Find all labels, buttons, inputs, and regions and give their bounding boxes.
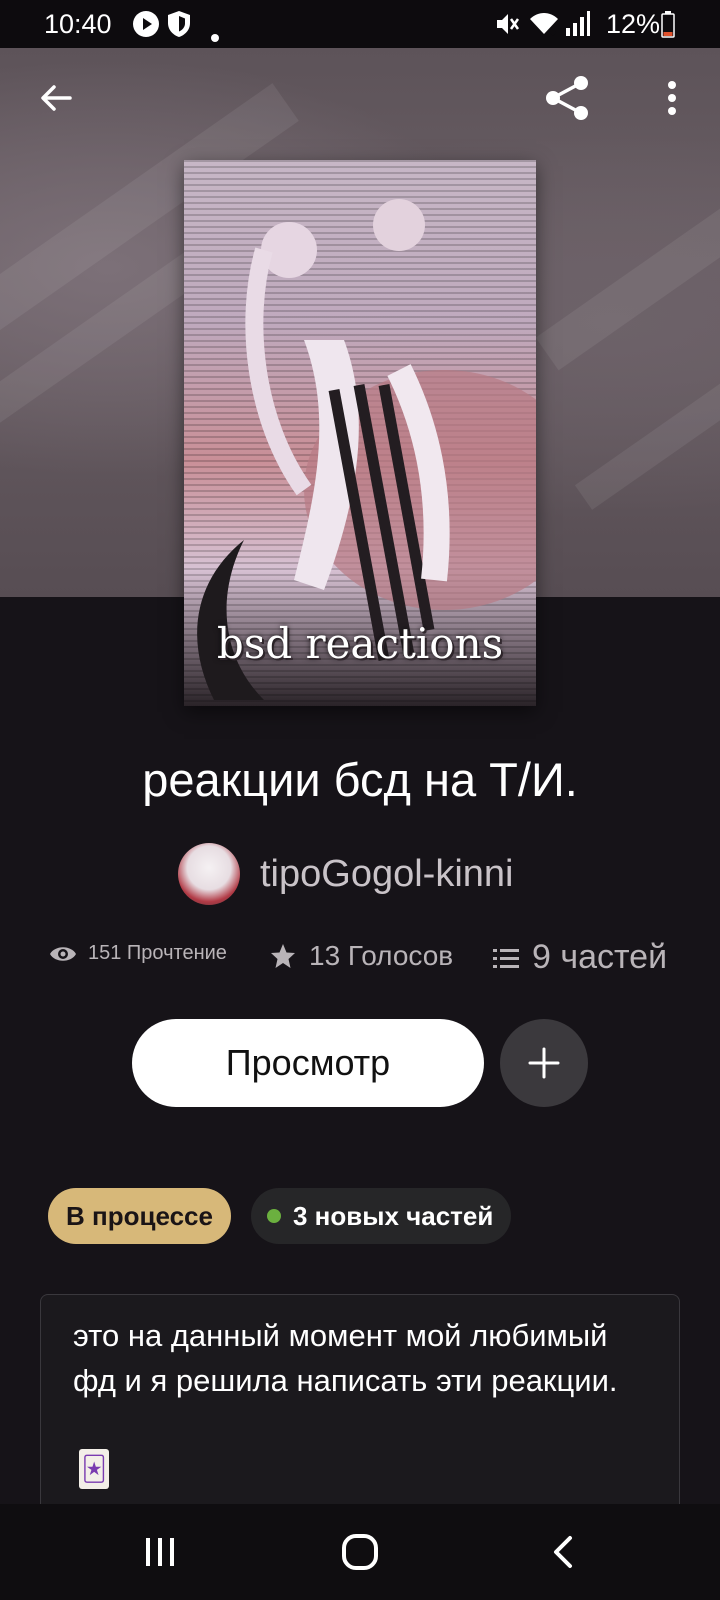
signal-icon: [564, 10, 590, 45]
share-button[interactable]: [540, 70, 596, 126]
star-icon: [271, 944, 295, 968]
eye-icon: [50, 946, 76, 961]
mute-icon: [494, 10, 520, 45]
more-vert-icon: [668, 81, 676, 115]
story-title: реакции бсд на Т/И.: [142, 753, 578, 806]
joker-card-icon: 🃏: [79, 1449, 109, 1489]
recent-apps-button[interactable]: [132, 1524, 188, 1580]
story-stats: 151 Прочтение 13 Голосов 9 частей: [0, 938, 720, 992]
parts-stat: 9 частей: [492, 938, 667, 977]
dot-icon: [211, 18, 219, 49]
author-avatar[interactable]: [178, 843, 240, 905]
status-time: 10:40: [44, 9, 112, 39]
wifi-icon: [528, 10, 560, 45]
view-button[interactable]: Просмотр: [132, 1019, 484, 1107]
share-icon: [546, 76, 588, 120]
votes-count: 13 Голосов: [309, 940, 454, 971]
author-name[interactable]: tipoGogol-kinni: [260, 853, 513, 896]
back-arrow-icon: [41, 85, 72, 111]
reads-stat: 151 Прочтение: [48, 942, 227, 965]
cover-title-text: bsd reactions: [216, 619, 504, 668]
status-bar: 10:40 12%: [0, 0, 720, 48]
recent-apps-icon: [146, 1538, 174, 1566]
parts-count: 9 частей: [532, 938, 668, 976]
author-row[interactable]: tipoGogol-kinni: [0, 843, 720, 907]
more-button[interactable]: [644, 70, 700, 126]
back-nav-button[interactable]: [534, 1524, 590, 1580]
home-button[interactable]: [332, 1524, 388, 1580]
description-box[interactable]: это на данный момент мой любимый фд и я …: [40, 1294, 680, 1515]
new-parts-badge: 3 новых частей: [251, 1188, 512, 1244]
battery-icon: [661, 10, 675, 45]
reads-count: 151 Прочтение: [88, 942, 227, 964]
battery-percent: 12%: [605, 9, 660, 39]
home-icon: [342, 1534, 378, 1570]
list-icon: [493, 948, 519, 968]
shield-icon: [166, 10, 192, 45]
chevron-left-icon: [554, 1536, 572, 1568]
back-button[interactable]: [28, 70, 84, 126]
plus-icon: [528, 1047, 560, 1079]
votes-stat: 13 Голосов: [269, 940, 453, 972]
system-nav-bar: [0, 1504, 720, 1600]
new-parts-label: 3 новых частей: [293, 1200, 494, 1231]
play-icon: [132, 10, 160, 45]
story-cover[interactable]: bsd reactions: [184, 160, 536, 706]
new-dot-icon: [267, 1209, 281, 1223]
status-badge: В процессе: [48, 1188, 231, 1244]
add-to-library-button[interactable]: [500, 1019, 588, 1107]
description-text: это на данный момент мой любимый фд и я …: [73, 1318, 618, 1398]
